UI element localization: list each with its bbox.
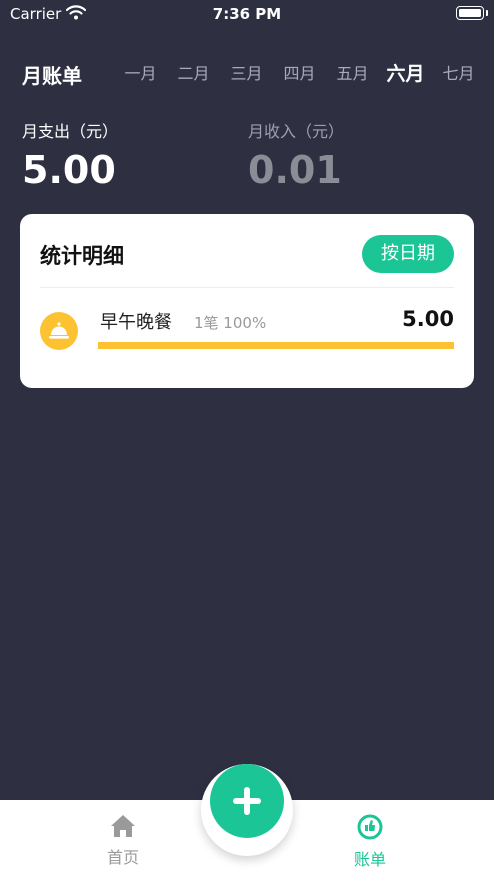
tab-home[interactable]: 首页 [73,814,173,868]
category-progress-track [98,342,454,349]
category-amount: 5.00 [402,307,454,331]
month-selector: 一月 二月 三月 四月 五月 六月 七月 [114,56,494,92]
home-icon [73,814,173,842]
month-tab-1[interactable]: 一月 [114,56,167,92]
income-value: 0.01 [248,148,342,192]
status-time: 7:36 PM [212,5,282,23]
month-tab-3[interactable]: 三月 [220,56,273,92]
category-progress-fill [98,342,454,349]
statistics-card: 统计明细 按日期 早午晚餐 1笔 100% 5.00 [20,214,474,388]
month-tab-7[interactable]: 七月 [432,56,485,92]
income-label: 月收入（元） [248,122,345,141]
monthly-summary: 月支出（元） 5.00 月收入（元） 0.01 [22,118,482,198]
month-tab-2[interactable]: 二月 [167,56,220,92]
month-header: 月账单 一月 二月 三月 四月 五月 六月 七月 [0,56,494,92]
add-record-button[interactable] [210,764,284,838]
tab-bill[interactable]: 账单 [320,814,420,870]
status-bar: Carrier 7:36 PM [0,0,494,30]
page-title: 月账单 [22,64,82,88]
month-tab-5[interactable]: 五月 [326,56,379,92]
month-tab-4[interactable]: 四月 [273,56,326,92]
card-divider [40,287,454,288]
plus-icon [233,787,261,815]
by-date-button[interactable]: 按日期 [362,235,454,273]
expense-summary: 月支出（元） 5.00 [22,118,118,192]
income-summary[interactable]: 月收入（元） 0.01 [248,118,344,192]
expense-value: 5.00 [22,148,116,192]
category-meta: 1笔 100% [194,314,267,332]
tab-bill-label: 账单 [353,850,386,869]
bill-icon [320,814,420,844]
expense-label: 月支出（元） [22,122,119,141]
battery-icon [456,6,488,20]
month-tab-6[interactable]: 六月 [379,56,432,92]
service-bell-icon [40,312,78,350]
card-title: 统计明细 [40,244,124,268]
tab-home-label: 首页 [106,848,139,867]
category-name: 早午晚餐 [100,312,172,333]
category-row[interactable]: 早午晚餐 1笔 100% 5.00 [20,302,474,362]
